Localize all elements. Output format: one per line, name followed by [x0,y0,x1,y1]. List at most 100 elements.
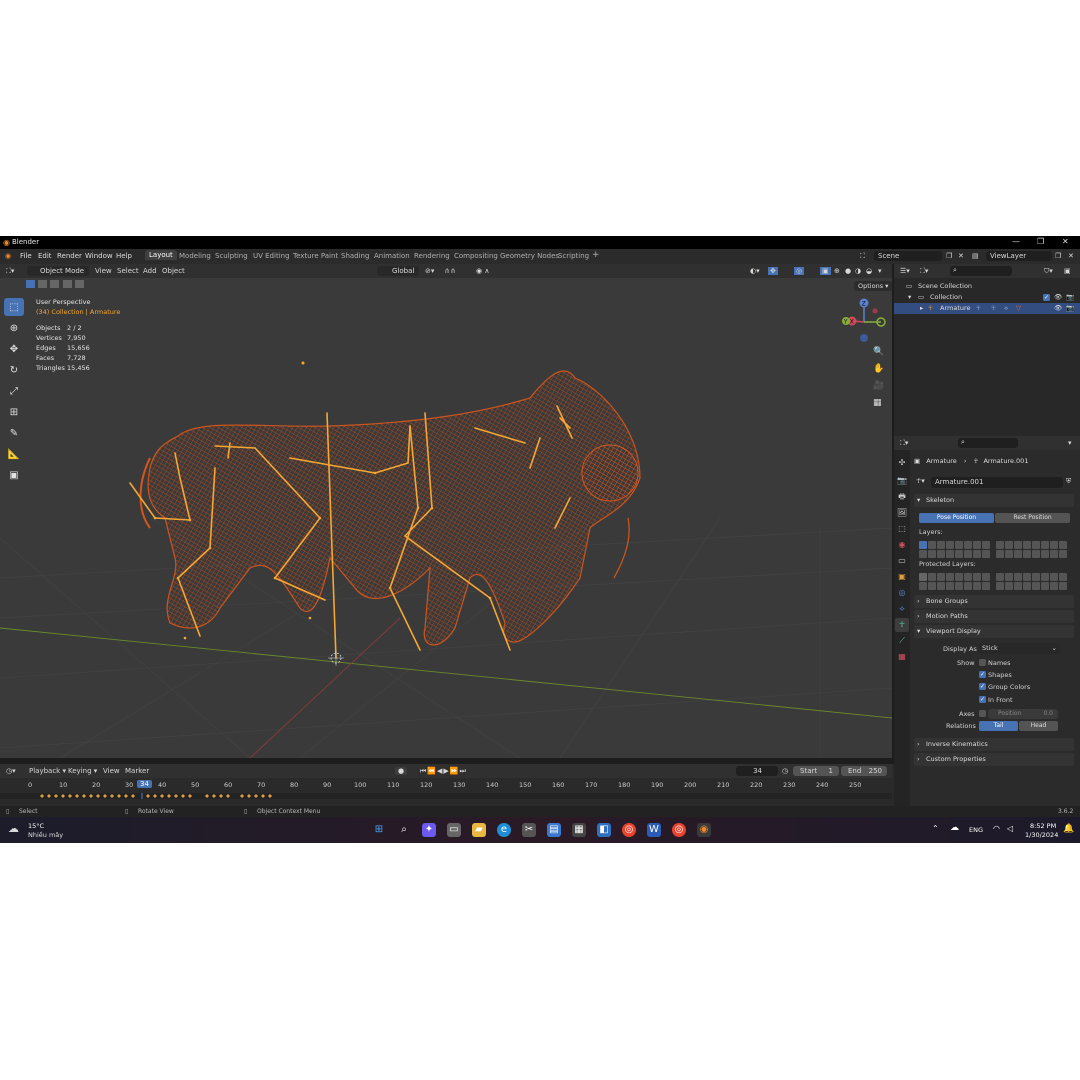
xray-toggle-icon[interactable]: ▣ [820,267,831,275]
current-frame-indicator[interactable]: 34 [137,780,152,788]
menu-view[interactable]: View [95,267,112,275]
properties-editor-type-icon[interactable]: ⛶▾ [900,439,908,448]
collection-include-checkbox[interactable]: ✓ [1043,294,1050,301]
tab-layout[interactable]: Layout [145,250,177,260]
tab-compositing[interactable]: Compositing [454,252,498,260]
clock-date[interactable]: 1/30/2024 [1025,831,1058,839]
ortho-grid-icon[interactable]: ▦ [873,395,884,412]
select-subtract-icon[interactable] [50,280,60,288]
clock-time[interactable]: 8:52 PM [1030,822,1056,830]
tab-geometry-nodes[interactable]: Geometry Nodes [500,252,559,260]
file-explorer-icon[interactable]: ▰ [472,823,486,837]
wireframe-shading-icon[interactable]: ⊕ [834,267,840,275]
rendered-shading-icon[interactable]: ◒ [866,267,872,275]
group-colors-checkbox[interactable]: ✓ [979,683,986,690]
playback-controls-icon[interactable]: ⏮⏪◀▶⏩⏭ [420,767,467,776]
protected-layers-grid-row2[interactable] [919,582,1068,592]
gizmo-toggle-icon[interactable]: ✥ [768,267,778,275]
volume-icon[interactable]: ◁ [1007,824,1013,833]
copy-view-layer-icon[interactable]: ❐ [1055,252,1061,260]
app-icon[interactable]: ◧ [597,823,611,837]
output-tab-icon[interactable]: 🖶 [895,490,909,504]
outliner-search-input[interactable]: ⌕ [950,266,1012,276]
menu-marker[interactable]: Marker [125,767,149,775]
transform-orientation-selector[interactable]: Global [377,266,419,276]
start-frame-field[interactable]: Start 1 [793,766,839,776]
viewport-display-panel-header[interactable]: ▾ Viewport Display [914,625,1074,638]
object-tab-icon[interactable]: ▣ [895,570,909,584]
bone-layers-grid-row2[interactable] [919,550,1068,560]
navigation-gizmo[interactable]: Z X Y [838,296,890,348]
add-cube-tool-icon[interactable]: ▣ [4,466,24,484]
options-button[interactable]: Options ▾ [854,281,893,291]
display-mode-icon[interactable]: ⛶▾ [920,267,928,276]
relations-head-button[interactable]: Head [1019,721,1058,731]
datablock-name-field[interactable]: Armature.001 [931,477,1063,488]
axes-position-field[interactable]: Position 0.0 [988,709,1058,719]
pose-position-button[interactable]: Pose Position [919,513,994,523]
annotate-tool-icon[interactable]: ✎ [4,424,24,442]
motion-paths-panel-header[interactable]: › Motion Paths [914,610,1074,623]
armature-data-tab-icon[interactable]: ☥ [895,618,909,632]
copilot-icon[interactable]: ✦ [422,823,436,837]
physics-tab-icon[interactable]: ◎ [895,586,909,600]
collection-visibility-icon[interactable]: 👁 [1054,293,1062,301]
properties-options-icon[interactable]: ▾ [1068,439,1072,447]
expand-arrow-icon[interactable]: ▾ [908,293,911,301]
overlay-toggle-icon[interactable]: ◎ [794,267,805,275]
snap-icon[interactable]: ⋔⋔ [444,267,456,275]
end-frame-field[interactable]: End 250 [841,766,887,776]
copy-scene-icon[interactable]: ❐ [946,252,952,260]
tab-sculpting[interactable]: Sculpting [215,252,248,260]
fake-user-shield-icon[interactable]: ⛨ [1066,477,1071,486]
blender-taskbar-icon[interactable]: ◉ [697,823,711,837]
delete-scene-icon[interactable]: ✕ [958,252,964,260]
widgets-icon[interactable]: ▦ [572,823,586,837]
language-indicator[interactable]: ENG [969,826,983,834]
armature-visibility-icon[interactable]: 👁 [1054,304,1062,312]
cursor-tool-icon[interactable]: ⊕ [4,319,24,337]
world-tab-icon[interactable]: ◉ [895,538,909,552]
select-intersect-icon[interactable] [74,280,84,288]
menu-select[interactable]: Select [117,267,139,275]
preview-range-icon[interactable]: ◷ [782,767,788,775]
skeleton-panel-header[interactable]: ▾ Skeleton [914,494,1074,507]
collection-tab-icon[interactable]: ▭ [895,554,909,568]
show-hidden-icons-icon[interactable]: ⌃ [932,824,939,833]
tab-animation[interactable]: Animation [374,252,410,260]
relations-tail-button[interactable]: Tail [979,721,1018,731]
onedrive-cloud-icon[interactable]: ☁ [950,823,959,833]
3d-viewport[interactable] [0,278,892,758]
camera-view-icon[interactable]: 🎥 [873,378,884,395]
collection-render-icon[interactable]: 📷 [1066,293,1074,301]
inverse-kinematics-panel-header[interactable]: › Inverse Kinematics [914,738,1074,751]
keyframe-row[interactable] [0,793,892,799]
bone-tab-icon[interactable]: ⟋ [895,634,909,648]
names-checkbox[interactable] [979,659,986,666]
filter-icon[interactable]: ⛉▾ [1044,267,1053,276]
chrome-profile-icon[interactable]: ◎ [672,823,686,837]
visibility-icon[interactable]: ◐▾ [750,267,760,275]
maximize-icon[interactable]: ❐ [1037,237,1044,246]
new-collection-icon[interactable]: ▣ [1064,267,1071,275]
menu-help[interactable]: Help [116,252,132,260]
scale-tool-icon[interactable]: ⤢ [4,382,24,400]
weather-cloud-icon[interactable]: ☁ [8,822,19,835]
select-invert-icon[interactable] [62,280,72,288]
transform-tool-icon[interactable]: ⊞ [4,403,24,421]
chrome-icon[interactable]: ◎ [622,823,636,837]
timeline-editor[interactable]: ◷▾ Playback ▾ Keying ▾ View Marker ● ⏮⏪◀… [0,764,908,808]
current-frame-field[interactable]: 34 [736,766,778,776]
armature-datablock-icon[interactable]: ☥▾ [916,477,925,485]
store-icon[interactable]: ▤ [547,823,561,837]
select-new-icon[interactable] [26,280,35,288]
bone-groups-panel-header[interactable]: › Bone Groups [914,595,1074,608]
menu-window[interactable]: Window [85,252,113,260]
wifi-icon[interactable]: ◠ [993,824,1000,833]
select-box-tool-icon[interactable]: ⬚ [4,298,24,316]
windows-start-icon[interactable]: ⊞ [372,823,386,837]
weather-description[interactable]: Nhiều mây [28,831,63,839]
shading-options-icon[interactable]: ▾ [878,267,882,275]
timeline-editor-type-icon[interactable]: ◷▾ [6,767,16,775]
menu-keying[interactable]: Keying ▾ [68,767,97,775]
